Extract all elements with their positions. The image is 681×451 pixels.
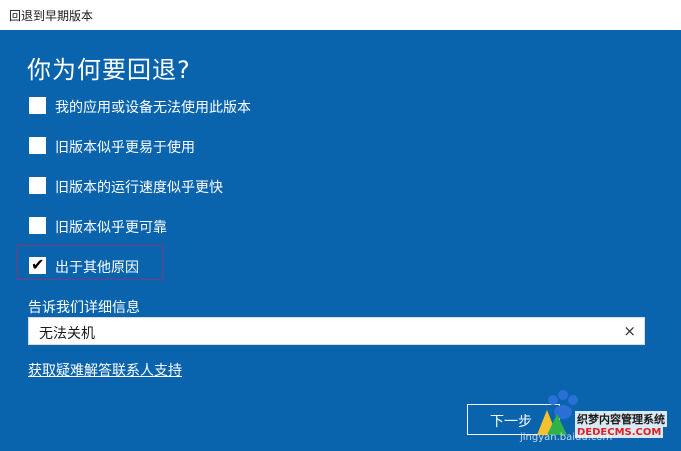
- watermark-brand: 织梦内容管理系统: [575, 411, 667, 427]
- checkbox[interactable]: [29, 217, 46, 234]
- checkbox[interactable]: [29, 137, 46, 154]
- option-label: 旧版本似乎更可靠: [55, 220, 167, 236]
- page-heading: 你为何要回退?: [27, 56, 191, 84]
- details-label: 告诉我们详细信息: [28, 300, 140, 316]
- option-label: 旧版本的运行速度似乎更快: [55, 180, 223, 196]
- checkbox-checked[interactable]: ✔: [29, 255, 46, 274]
- checkbox[interactable]: [29, 97, 46, 114]
- checkbox[interactable]: [29, 177, 46, 194]
- option-label: 我的应用或设备无法使用此版本: [55, 100, 251, 116]
- option-label: 出于其他原因: [55, 260, 139, 276]
- option-label: 旧版本似乎更易于使用: [55, 140, 195, 156]
- clear-icon[interactable]: ×: [623, 322, 636, 340]
- watermark-url: jingyan.baidu.com: [520, 432, 613, 443]
- support-link[interactable]: 获取疑难解答联系人支持: [28, 360, 182, 380]
- details-input-value: 无法关机: [39, 326, 95, 342]
- details-input[interactable]: 无法关机 ×: [28, 317, 645, 345]
- checkmark-icon: ✔: [31, 255, 45, 274]
- title-bar: 回退到早期版本: [0, 0, 681, 30]
- window-title: 回退到早期版本: [9, 9, 94, 23]
